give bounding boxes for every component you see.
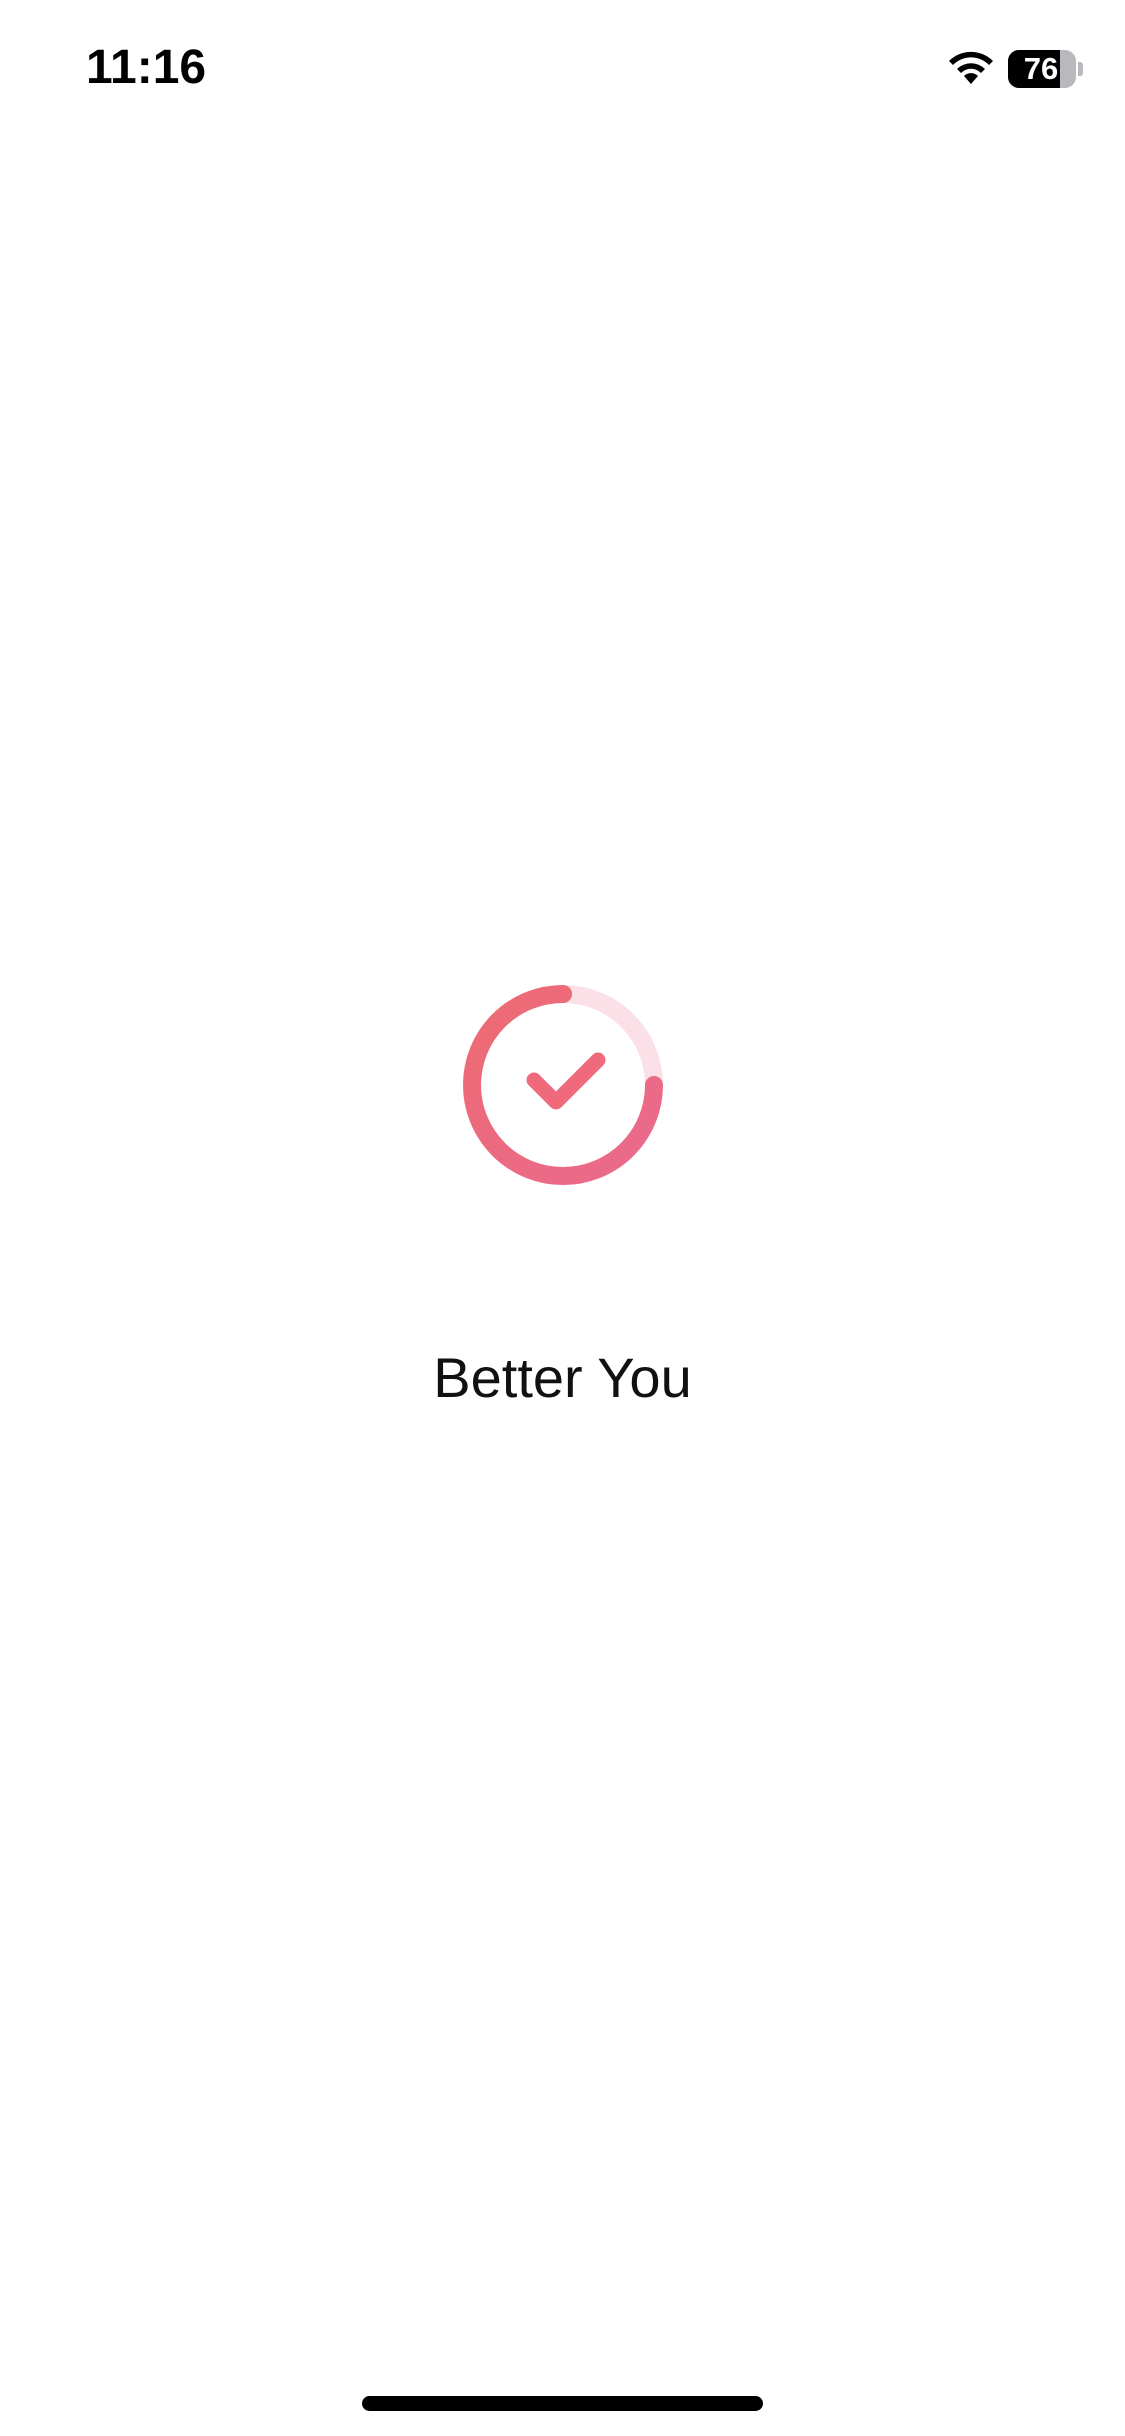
status-bar: 11:16 76 [0,0,1125,140]
battery-body: 76 [1008,50,1076,88]
checkmark-icon [526,1052,606,1110]
battery-level: 76 [1023,51,1059,86]
wifi-icon [949,51,993,84]
battery-cap [1078,62,1083,76]
status-time: 11:16 [86,41,207,94]
home-indicator[interactable] [362,2396,763,2411]
check-circle-logo [463,985,663,1185]
battery-icon: 76 [1008,50,1083,88]
app-name: Better You [433,1346,692,1409]
